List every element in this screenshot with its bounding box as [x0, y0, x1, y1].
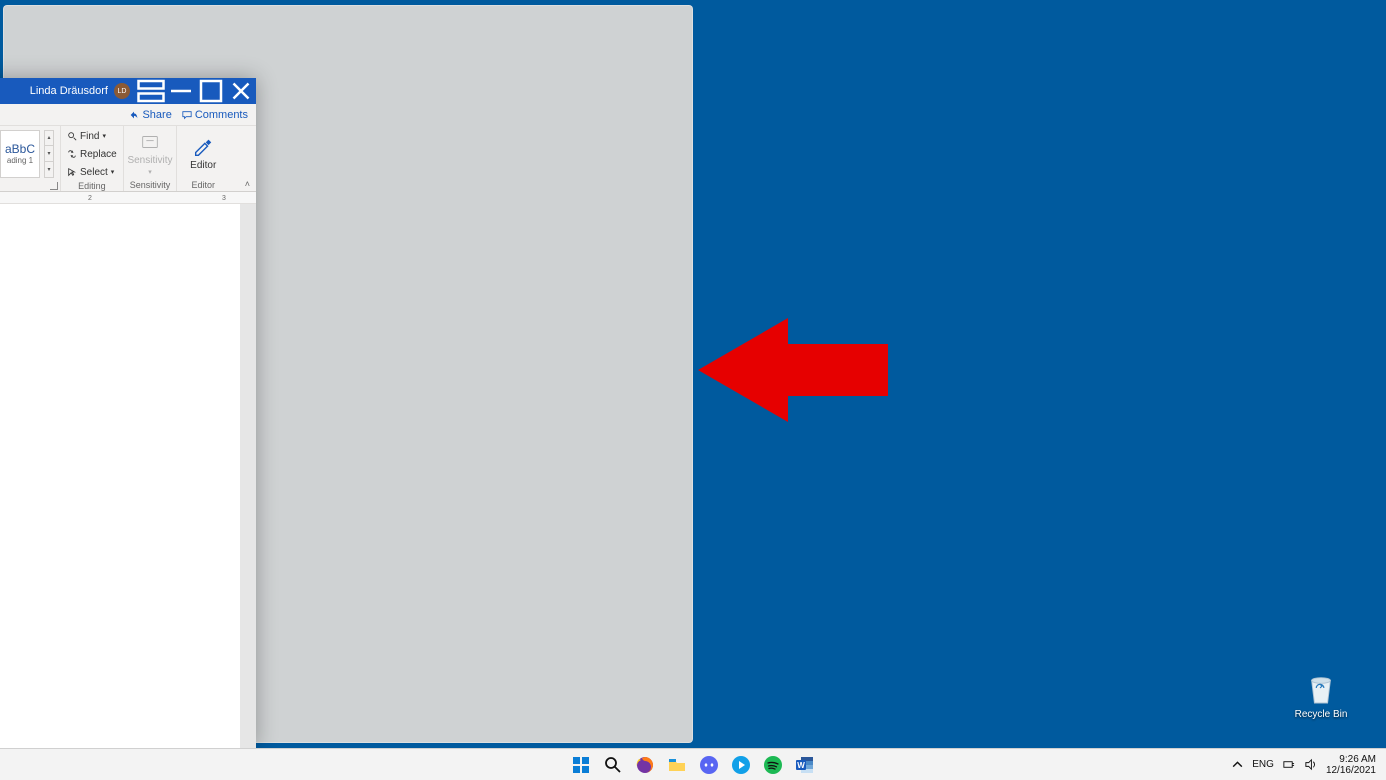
editor-button[interactable]: Editor [183, 136, 223, 171]
word-icon: W [795, 755, 815, 775]
system-tray[interactable]: ENG 9:26 AM 12/16/2021 [1230, 749, 1386, 780]
share-icon [129, 110, 139, 120]
play-icon [731, 755, 751, 775]
collapse-ribbon-icon[interactable]: ˄ [245, 179, 250, 189]
chevron-down-icon: ▾ [102, 132, 106, 140]
sensitivity-icon [139, 131, 161, 153]
replace-button[interactable]: Replace [67, 146, 117, 162]
folder-icon [667, 755, 687, 775]
user-name-text: Linda Dräusdorf [30, 85, 108, 97]
style-name-text: ading 1 [7, 156, 33, 165]
discord-button[interactable] [698, 754, 720, 776]
sensitivity-label: Sensitivity [127, 155, 172, 166]
ribbon-toolbar: aBbC ading 1 ▴ ▾ ▾ [0, 126, 256, 192]
taskbar[interactable]: W ENG 9:26 AM 12/16/2021 [0, 748, 1386, 780]
start-button[interactable] [570, 754, 592, 776]
styles-dialog-launcher-icon[interactable] [50, 182, 58, 190]
date-text: 12/16/2021 [1326, 765, 1376, 776]
red-arrow-annotation [698, 318, 888, 427]
search-icon [67, 131, 77, 141]
sensitivity-group-label: Sensitivity [130, 179, 171, 191]
firefox-button[interactable] [634, 754, 656, 776]
search-button[interactable] [602, 754, 624, 776]
ruler-mark-2: 2 [88, 192, 92, 204]
word-window[interactable]: Linda Dräusdorf LD Share Co [0, 78, 256, 748]
editor-label: Editor [190, 160, 216, 171]
minimize-button[interactable] [166, 78, 196, 104]
volume-icon[interactable] [1304, 758, 1318, 772]
select-label: Select [80, 167, 108, 178]
word-taskbar-button[interactable]: W [794, 754, 816, 776]
sensitivity-group: Sensitivity ▾ Sensitivity [124, 126, 178, 191]
clock[interactable]: 9:26 AM 12/16/2021 [1326, 754, 1382, 776]
maximize-button[interactable] [196, 78, 226, 104]
editor-icon [192, 136, 214, 158]
cursor-icon [67, 167, 77, 177]
sensitivity-button: Sensitivity ▾ [130, 131, 170, 176]
editor-group: Editor Editor [177, 126, 229, 191]
style-gallery-expand-icon[interactable]: ▾ [45, 162, 53, 177]
document-page[interactable] [0, 204, 240, 748]
spotify-icon [763, 755, 783, 775]
replace-label: Replace [80, 149, 117, 160]
windows-icon [571, 755, 591, 775]
language-indicator[interactable]: ENG [1252, 759, 1274, 770]
chevron-down-icon: ▾ [111, 168, 115, 176]
comments-button[interactable]: Comments [182, 109, 248, 121]
comments-label: Comments [195, 109, 248, 121]
style-heading1[interactable]: aBbC ading 1 [0, 130, 40, 178]
styles-group-label [26, 179, 29, 191]
recycle-bin[interactable]: Recycle Bin [1286, 671, 1356, 720]
document-area[interactable] [0, 204, 256, 748]
ruler-mark-3: 3 [222, 192, 226, 204]
user-account-label[interactable]: Linda Dräusdorf LD [30, 83, 136, 99]
share-label: Share [142, 109, 171, 121]
word-title-bar[interactable]: Linda Dräusdorf LD [0, 78, 256, 104]
styles-group: aBbC ading 1 ▴ ▾ ▾ [0, 126, 61, 191]
taskbar-center-icons: W [570, 749, 816, 780]
file-explorer-button[interactable] [666, 754, 688, 776]
ribbon-display-options-button[interactable] [136, 78, 166, 104]
desktop[interactable]: Linda Dräusdorf LD Share Co [0, 0, 1386, 780]
styles-gallery-arrows[interactable]: ▴ ▾ ▾ [44, 130, 54, 178]
editing-group-label: Editing [78, 180, 106, 192]
close-button[interactable] [226, 78, 256, 104]
search-icon [603, 755, 623, 775]
user-avatar: LD [114, 83, 130, 99]
style-preview-text: aBbC [5, 142, 35, 156]
tray-overflow-icon[interactable] [1230, 758, 1244, 772]
replace-icon [67, 149, 77, 159]
select-button[interactable]: Select ▾ [67, 164, 117, 180]
comment-icon [182, 110, 192, 120]
style-row-up-icon[interactable]: ▴ [45, 131, 53, 147]
editor-group-label: Editor [191, 179, 215, 191]
share-comments-row: Share Comments [0, 104, 256, 126]
style-row-down-icon[interactable]: ▾ [45, 146, 53, 162]
media-button[interactable] [730, 754, 752, 776]
firefox-icon [635, 755, 655, 775]
editing-group: Find ▾ Replace Select ▾ [61, 126, 124, 191]
find-button[interactable]: Find ▾ [67, 128, 117, 144]
ruler[interactable]: 2 3 [0, 192, 256, 204]
find-label: Find [80, 131, 99, 142]
chevron-down-icon: ▾ [148, 168, 152, 176]
recycle-bin-label: Recycle Bin [1295, 709, 1348, 720]
share-button[interactable]: Share [129, 109, 171, 121]
network-icon[interactable] [1282, 758, 1296, 772]
spotify-button[interactable] [762, 754, 784, 776]
discord-icon [699, 755, 719, 775]
recycle-bin-icon [1306, 671, 1336, 705]
svg-text:W: W [797, 761, 805, 770]
time-text: 9:26 AM [1326, 754, 1376, 765]
